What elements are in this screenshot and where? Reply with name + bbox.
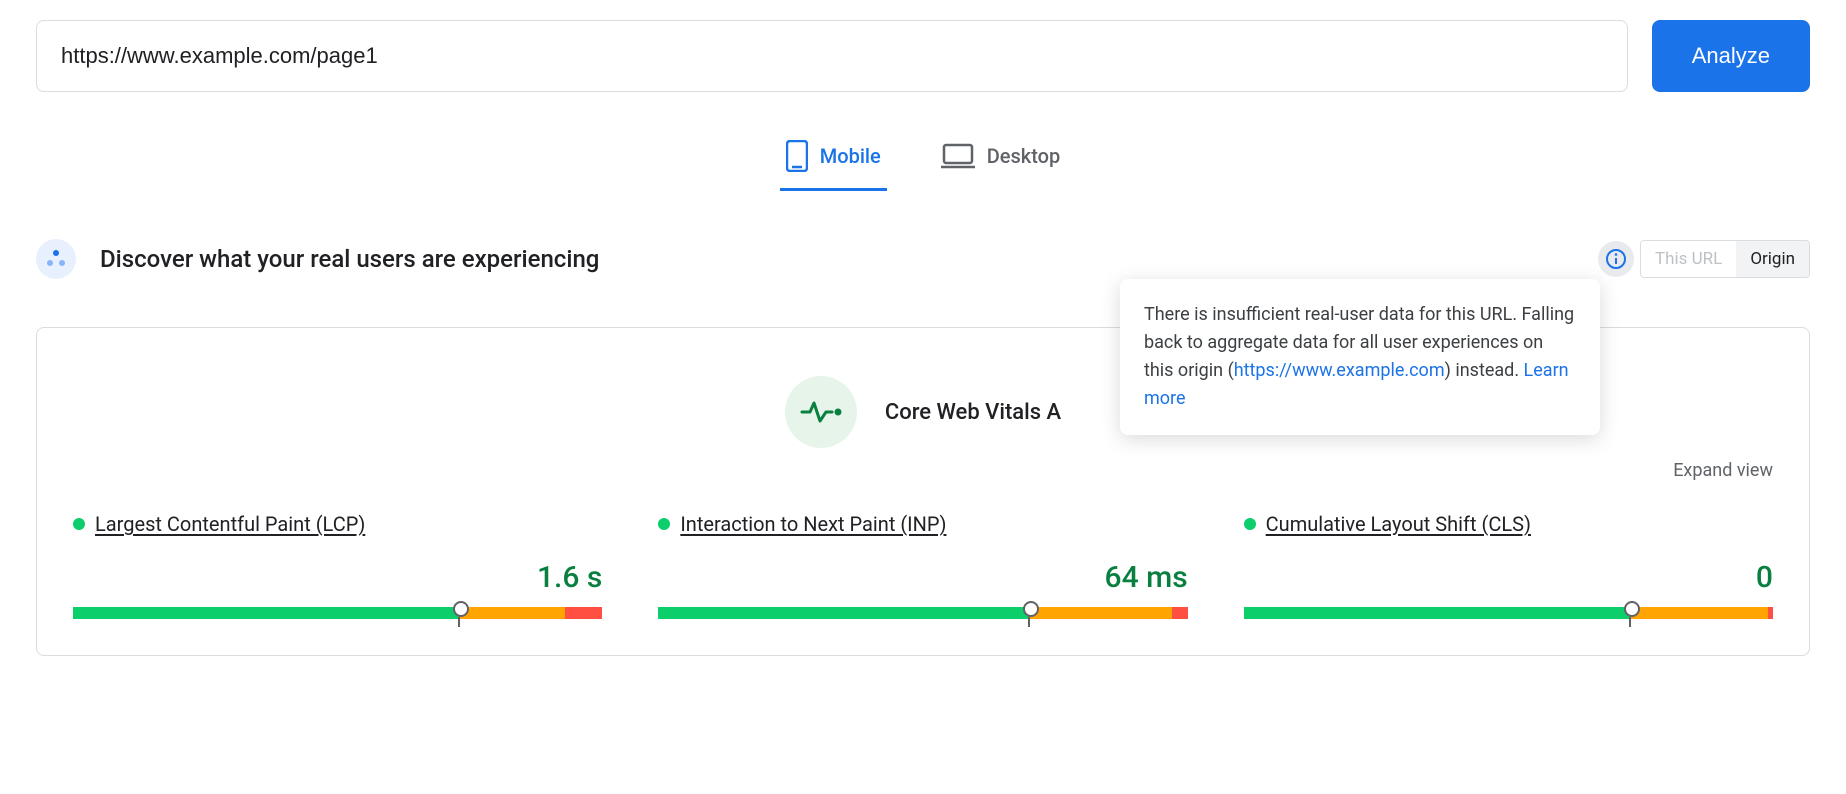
metric-inp-value: 64 ms <box>658 560 1187 595</box>
metric-lcp-bar <box>73 607 602 619</box>
crux-icon <box>36 239 76 279</box>
tooltip-origin-link[interactable]: https://www.example.com <box>1234 360 1445 381</box>
mobile-icon <box>786 140 808 172</box>
insufficient-data-tooltip: There is insufficient real-user data for… <box>1120 279 1600 435</box>
metric-inp-bar <box>658 607 1187 619</box>
metric-cls: Cumulative Layout Shift (CLS) 0 <box>1244 512 1773 619</box>
pulse-icon <box>785 376 857 448</box>
tooltip-text-2: ) instead. <box>1445 360 1524 381</box>
tab-mobile[interactable]: Mobile <box>780 128 887 191</box>
marker-icon <box>453 601 465 623</box>
metric-inp-name[interactable]: Interaction to Next Paint (INP) <box>680 512 946 536</box>
tab-desktop[interactable]: Desktop <box>935 128 1067 191</box>
device-tabs: Mobile Desktop <box>36 128 1810 191</box>
seg-this-url: This URL <box>1641 241 1736 277</box>
metric-cls-name[interactable]: Cumulative Layout Shift (CLS) <box>1266 512 1531 536</box>
expand-view-link[interactable]: Expand view <box>1673 460 1773 481</box>
metric-cls-value: 0 <box>1244 560 1773 595</box>
section-header: Discover what your real users are experi… <box>36 239 1810 279</box>
card-title: Core Web Vitals A <box>885 400 1061 425</box>
marker-icon <box>1023 601 1035 623</box>
status-dot-good <box>1244 518 1256 530</box>
scope-segmented: This URL Origin <box>1640 240 1810 278</box>
info-icon[interactable] <box>1598 241 1634 277</box>
metric-inp: Interaction to Next Paint (INP) 64 ms <box>658 512 1187 619</box>
metric-cls-bar <box>1244 607 1773 619</box>
seg-origin[interactable]: Origin <box>1736 241 1809 277</box>
metric-lcp-value: 1.6 s <box>73 560 602 595</box>
section-title: Discover what your real users are experi… <box>100 245 599 273</box>
tab-mobile-label: Mobile <box>820 144 881 168</box>
status-dot-good <box>73 518 85 530</box>
url-bar: Analyze <box>36 20 1810 92</box>
marker-icon <box>1624 601 1636 623</box>
status-dot-good <box>658 518 670 530</box>
metrics-row: Largest Contentful Paint (LCP) 1.6 s Int… <box>73 512 1773 619</box>
url-input[interactable] <box>36 20 1628 92</box>
metric-lcp: Largest Contentful Paint (LCP) 1.6 s <box>73 512 602 619</box>
tab-desktop-label: Desktop <box>987 144 1061 168</box>
metric-lcp-name[interactable]: Largest Contentful Paint (LCP) <box>95 512 365 536</box>
desktop-icon <box>941 143 975 169</box>
analyze-button[interactable]: Analyze <box>1652 20 1810 92</box>
